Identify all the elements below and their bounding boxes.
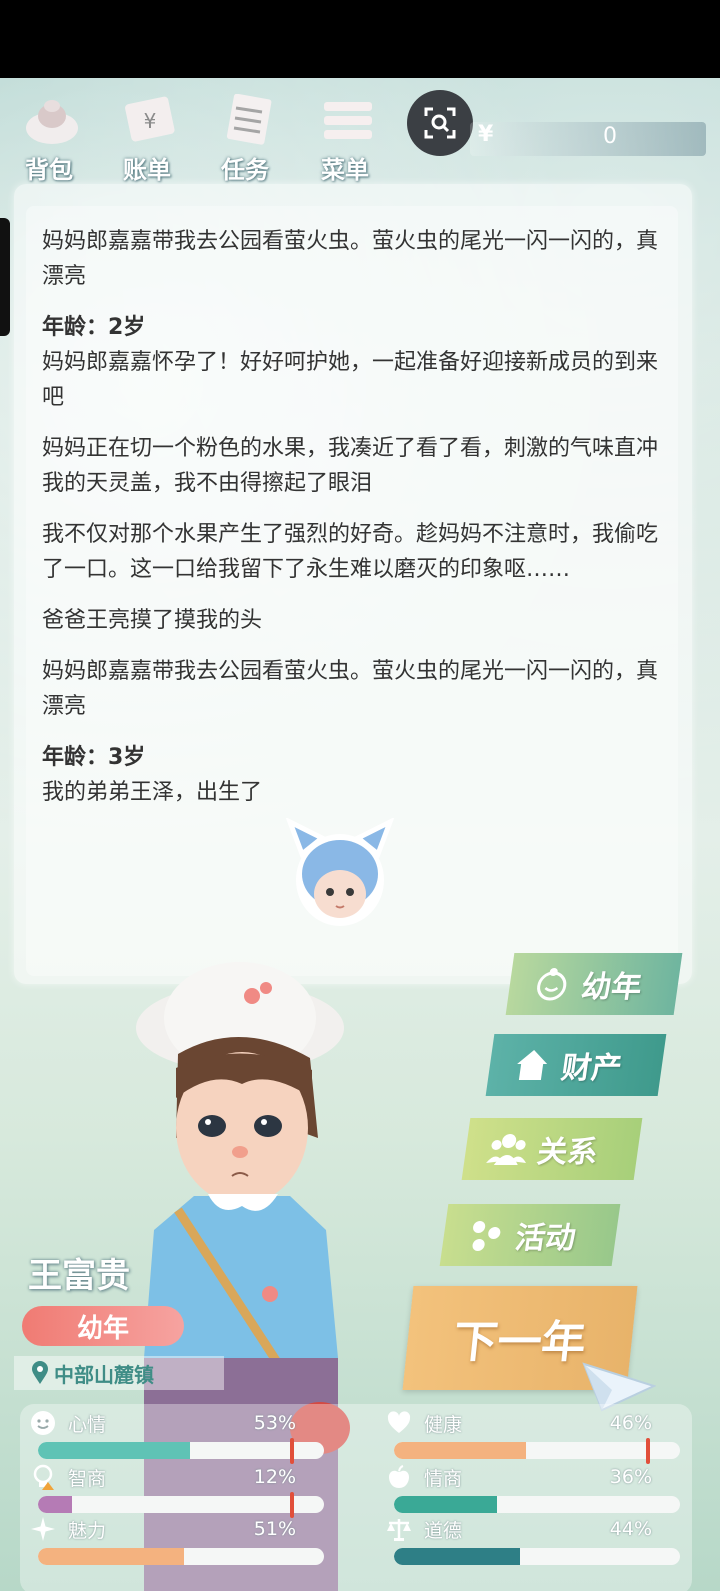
stat-bar <box>394 1548 680 1565</box>
task-label: 任务 <box>221 156 269 184</box>
task-button[interactable]: 任务 <box>200 88 290 184</box>
stat-label: 魅力 <box>68 1520 107 1542</box>
currency-symbol: ¥ <box>478 122 494 147</box>
side-tab <box>0 218 10 336</box>
stat-label: 健康 <box>424 1414 463 1436</box>
backpack-icon <box>26 100 78 144</box>
bulb-icon <box>33 1464 54 1490</box>
life-stage-label: 幼年 <box>76 1313 129 1344</box>
status-bar <box>0 0 720 78</box>
location-label: 中部山麓镇 <box>54 1362 154 1387</box>
youth-label: 幼年 <box>579 970 644 1005</box>
scan-icon <box>424 107 456 139</box>
relations-label: 关系 <box>535 1135 600 1170</box>
assets-label: 财产 <box>559 1051 624 1086</box>
heart-icon <box>387 1411 411 1433</box>
bill-label: 账单 <box>123 156 171 184</box>
stat-mood: 心情 53% <box>20 1408 324 1464</box>
backpack-label: 背包 <box>25 156 73 184</box>
location: 中部山麓镇 <box>14 1356 224 1390</box>
task-icon <box>226 94 272 145</box>
stat-bar <box>38 1548 324 1565</box>
sparkle-icon <box>31 1517 55 1541</box>
menu-icon <box>324 102 372 139</box>
age-label: 年龄：3岁 <box>42 745 146 770</box>
stat-label: 智商 <box>68 1468 107 1490</box>
stat-morality: 道德 44% <box>376 1514 680 1566</box>
stat-marker <box>290 1438 294 1464</box>
stat-label: 情商 <box>424 1468 463 1490</box>
svg-text:¥: ¥ <box>144 109 157 133</box>
activity-button[interactable]: 活动 <box>439 1204 621 1266</box>
stat-health: 健康 46% <box>376 1408 680 1464</box>
stat-value: 36% <box>609 1466 652 1488</box>
stat-bar <box>394 1442 680 1459</box>
story-entry: 我的弟弟王泽，出生了 <box>42 780 263 805</box>
stat-fill <box>394 1496 497 1513</box>
stat-iq: 智商 12% <box>20 1462 324 1518</box>
activity-icon <box>463 1215 509 1255</box>
stat-value: 53% <box>253 1412 296 1434</box>
stat-fill <box>38 1548 184 1565</box>
next-year-label: 下一年 <box>450 1317 589 1368</box>
relations-button[interactable]: 关系 <box>461 1118 643 1180</box>
age-label: 年龄：2岁 <box>42 315 146 340</box>
stat-value: 12% <box>253 1466 296 1488</box>
stat-fill <box>394 1548 520 1565</box>
stat-value: 46% <box>609 1412 652 1434</box>
youth-button[interactable]: 幼年 <box>505 953 683 1015</box>
stat-label: 心情 <box>68 1414 107 1436</box>
bill-button[interactable]: ¥ 账单 <box>102 88 192 184</box>
house-icon <box>509 1045 555 1085</box>
life-stage-badge: 幼年 <box>22 1306 184 1346</box>
stat-fill <box>38 1496 73 1513</box>
menu-label: 菜单 <box>321 156 369 184</box>
stat-charm: 魅力 51% <box>20 1514 324 1566</box>
stat-label: 道德 <box>424 1520 463 1542</box>
activity-label: 活动 <box>513 1221 578 1256</box>
stat-fill <box>394 1442 526 1459</box>
story-entry: 妈妈郎嘉嘉带我去公园看萤火虫。萤火虫的尾光一闪一闪的，真漂亮 <box>42 229 659 289</box>
apple-icon <box>389 1465 409 1488</box>
story-log[interactable]: 妈妈郎嘉嘉带我去公园看萤火虫。萤火虫的尾光一闪一闪的，真漂亮 年龄：2岁 妈妈郎… <box>42 224 662 826</box>
stat-bar <box>38 1442 324 1459</box>
story-entry: 爸爸王亮摸了摸我的头 <box>42 608 263 633</box>
baby-sibling-sticker <box>285 818 395 926</box>
stat-fill <box>38 1442 190 1459</box>
backpack-button[interactable]: 背包 <box>4 88 94 184</box>
location-pin-icon <box>32 1361 48 1384</box>
player-name: 王富贵 <box>28 1256 130 1296</box>
bill-icon: ¥ <box>125 96 175 142</box>
story-entry: 妈妈郎嘉嘉带我去公园看萤火虫。萤火虫的尾光一闪一闪的，真漂亮 <box>42 659 659 719</box>
people-icon <box>485 1129 531 1169</box>
story-entry: 我不仅对那个水果产生了强烈的好奇。趁妈妈不注意时，我偷吃了一口。这一口给我留下了… <box>42 522 659 582</box>
menu-button[interactable]: 菜单 <box>300 88 390 184</box>
baby-icon <box>529 964 575 1004</box>
assets-button[interactable]: 财产 <box>485 1034 667 1096</box>
scan-button[interactable] <box>407 90 473 156</box>
stat-value: 51% <box>253 1518 296 1540</box>
stat-marker <box>646 1438 650 1464</box>
stat-value: 44% <box>609 1518 652 1540</box>
scale-icon <box>387 1519 411 1541</box>
smile-icon <box>31 1411 55 1435</box>
money-value: 0 <box>603 124 617 149</box>
game-scene: 背包 ¥ 账单 任务 菜单 ¥ 0 妈妈郎嘉嘉带我去公园看萤火虫。萤火虫的尾光一… <box>0 78 720 1591</box>
story-entry: 妈妈郎嘉嘉怀孕了！好好呵护她，一起准备好迎接新成员的到来吧 <box>42 350 659 410</box>
story-entry: 妈妈正在切一个粉色的水果，我凑近了看了看，刺激的气味直冲我的天灵盖，我不由得擦起… <box>42 436 659 496</box>
stat-bar <box>394 1496 680 1513</box>
stat-bar <box>38 1496 324 1513</box>
stat-eq: 情商 36% <box>376 1462 680 1514</box>
